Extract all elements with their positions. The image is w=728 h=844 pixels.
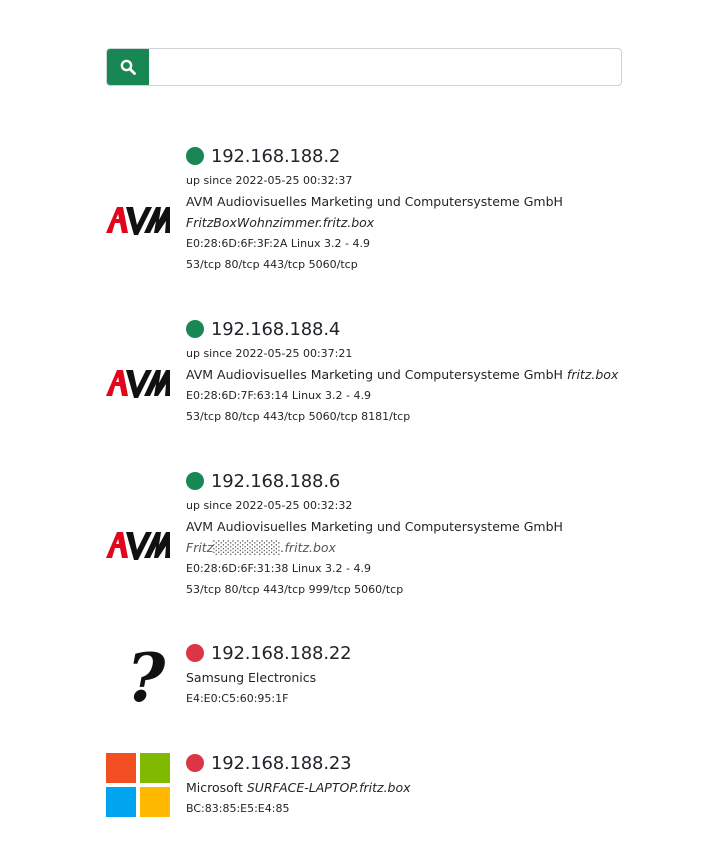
device-info: 192.168.188.4 up since 2022-05-25 00:37:… (186, 317, 666, 427)
hostname: FritzBoxWohnzimmer.fritz.box (186, 215, 375, 230)
device-item[interactable]: 192.168.188.4 up since 2022-05-25 00:37:… (106, 317, 666, 427)
mac-address: E4:E0:C5:60:95:1F (186, 692, 289, 705)
status-dot-up (186, 147, 204, 165)
mac-os: E0:28:6D:7F:63:14 Linux 3.2 - 4.9 (186, 389, 371, 402)
question-mark-icon: ? (127, 645, 167, 709)
search-button[interactable] (107, 49, 149, 85)
vendor: AVM Audiovisuelles Marketing und Compute… (186, 194, 563, 209)
vendor-line: AVM Audiovisuelles Marketing und Compute… (186, 364, 666, 385)
device-item[interactable]: 192.168.188.23 Microsoft SURFACE-LAPTOP.… (106, 751, 666, 821)
device-info: 192.168.188.23 Microsoft SURFACE-LAPTOP.… (186, 751, 666, 819)
vendor: AVM Audiovisuelles Marketing und Compute… (186, 519, 563, 534)
search-input[interactable] (149, 49, 621, 85)
device-ip: 192.168.188.2 (211, 145, 341, 167)
mac-os: E0:28:6D:6F:3F:2A Linux 3.2 - 4.9 (186, 237, 370, 250)
device-ip: 192.168.188.22 (211, 642, 352, 664)
up-since: up since 2022-05-25 00:32:32 (186, 499, 353, 512)
vendor: Samsung Electronics (186, 670, 317, 685)
vendor-line: Microsoft SURFACE-LAPTOP.fritz.box (186, 777, 666, 798)
vendor: Microsoft (186, 780, 243, 795)
status-dot-up (186, 472, 204, 490)
device-ip: 192.168.188.4 (211, 318, 341, 340)
hostname: SURFACE-LAPTOP.fritz.box (246, 780, 411, 795)
avm-logo (106, 207, 170, 235)
svg-text:?: ? (127, 645, 167, 709)
microsoft-logo (106, 753, 170, 817)
open-ports: 53/tcp 80/tcp 443/tcp 999/tcp 5060/tcp (186, 583, 404, 596)
device-item[interactable]: 192.168.188.2 up since 2022-05-25 00:32:… (106, 144, 666, 274)
vendor: AVM Audiovisuelles Marketing und Compute… (186, 367, 563, 382)
device-ip: 192.168.188.6 (211, 470, 341, 492)
hostname: Fritz░░░░░░░.fritz.box (186, 540, 336, 555)
open-ports: 53/tcp 80/tcp 443/tcp 5060/tcp 8181/tcp (186, 410, 411, 423)
device-item[interactable]: ? 192.168.188.22 Samsung Electronics E4:… (106, 641, 666, 711)
device-item[interactable]: 192.168.188.6 up since 2022-05-25 00:32:… (106, 469, 666, 599)
search-icon (120, 59, 136, 75)
up-since: up since 2022-05-25 00:37:21 (186, 347, 353, 360)
mac-address: BC:83:85:E5:E4:85 (186, 802, 290, 815)
device-ip: 192.168.188.23 (211, 752, 352, 774)
status-dot-up (186, 320, 204, 338)
open-ports: 53/tcp 80/tcp 443/tcp 5060/tcp (186, 258, 358, 271)
up-since: up since 2022-05-25 00:32:37 (186, 174, 353, 187)
device-info: 192.168.188.6 up since 2022-05-25 00:32:… (186, 469, 666, 600)
status-dot-down (186, 644, 204, 662)
mac-os: E0:28:6D:6F:31:38 Linux 3.2 - 4.9 (186, 562, 371, 575)
avm-logo (106, 370, 170, 398)
hostname: fritz.box (566, 367, 619, 382)
status-dot-down (186, 754, 204, 772)
search-bar (106, 48, 622, 86)
device-info: 192.168.188.22 Samsung Electronics E4:E0… (186, 641, 666, 709)
device-info: 192.168.188.2 up since 2022-05-25 00:32:… (186, 144, 666, 275)
avm-logo (106, 532, 170, 560)
